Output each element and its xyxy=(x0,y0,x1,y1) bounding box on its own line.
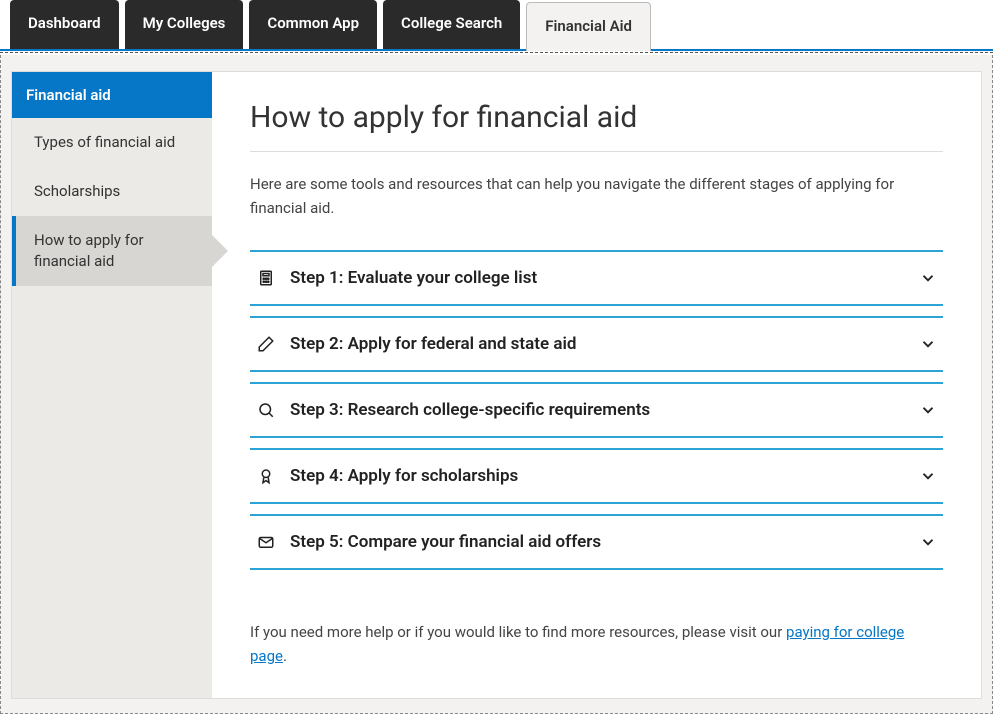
envelope-icon xyxy=(256,532,276,552)
steps-list: Step 1: Evaluate your college list Step … xyxy=(250,250,943,580)
step-4[interactable]: Step 4: Apply for scholarships xyxy=(250,448,943,504)
footer-prefix: If you need more help or if you would li… xyxy=(250,623,786,641)
chevron-down-icon xyxy=(919,401,937,419)
panel-container: Financial aid Types of financial aid Sch… xyxy=(0,55,993,714)
step-label: Step 5: Compare your financial aid offer… xyxy=(290,532,919,552)
step-2[interactable]: Step 2: Apply for federal and state aid xyxy=(250,316,943,372)
step-label: Step 1: Evaluate your college list xyxy=(290,268,919,288)
step-label: Step 2: Apply for federal and state aid xyxy=(290,334,919,354)
step-3[interactable]: Step 3: Research college-specific requir… xyxy=(250,382,943,438)
sidebar-item-how-to-apply[interactable]: How to apply for financial aid xyxy=(12,216,212,286)
tab-financial-aid[interactable]: Financial Aid xyxy=(526,2,651,51)
calculator-icon xyxy=(256,268,276,288)
main-panel: Financial aid Types of financial aid Sch… xyxy=(11,71,982,699)
search-icon xyxy=(256,400,276,420)
tab-dashboard[interactable]: Dashboard xyxy=(10,0,119,49)
sidebar-header[interactable]: Financial aid xyxy=(12,72,212,118)
tab-college-search[interactable]: College Search xyxy=(383,0,520,49)
content-area: How to apply for financial aid Here are … xyxy=(212,72,981,698)
step-1[interactable]: Step 1: Evaluate your college list xyxy=(250,250,943,306)
sidebar-item-scholarships[interactable]: Scholarships xyxy=(12,167,212,216)
tab-common-app[interactable]: Common App xyxy=(249,0,377,49)
chevron-down-icon xyxy=(919,467,937,485)
pencil-icon xyxy=(256,334,276,354)
award-icon xyxy=(256,466,276,486)
page-title: How to apply for financial aid xyxy=(250,100,943,152)
chevron-down-icon xyxy=(919,533,937,551)
sidebar-item-types[interactable]: Types of financial aid xyxy=(12,118,212,167)
chevron-down-icon xyxy=(919,335,937,353)
tab-my-colleges[interactable]: My Colleges xyxy=(125,0,244,49)
step-label: Step 3: Research college-specific requir… xyxy=(290,400,919,420)
footer-suffix: . xyxy=(283,647,287,665)
step-5[interactable]: Step 5: Compare your financial aid offer… xyxy=(250,514,943,570)
footer-text: If you need more help or if you would li… xyxy=(250,620,943,668)
intro-text: Here are some tools and resources that c… xyxy=(250,172,943,220)
step-label: Step 4: Apply for scholarships xyxy=(290,466,919,486)
chevron-down-icon xyxy=(919,269,937,287)
sidebar: Financial aid Types of financial aid Sch… xyxy=(12,72,212,698)
top-tabs: Dashboard My Colleges Common App College… xyxy=(0,0,993,51)
